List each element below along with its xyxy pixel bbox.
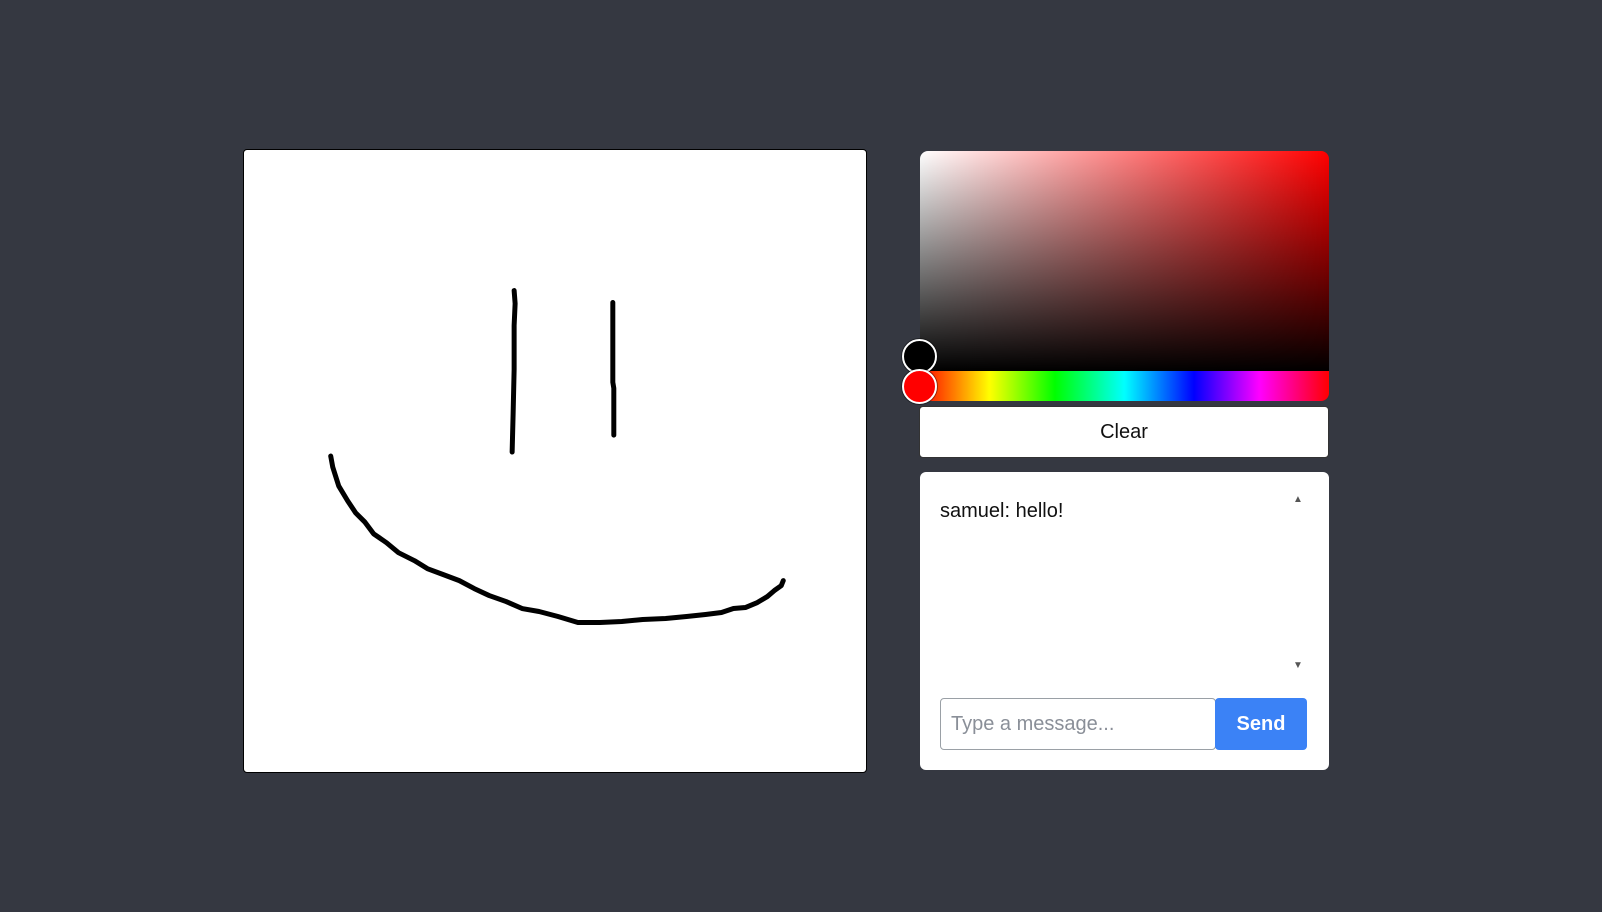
message-input[interactable]	[940, 698, 1216, 750]
drawn-stroke-smile	[328, 453, 786, 625]
scroll-up-arrow-icon[interactable]: ▲	[1293, 494, 1303, 505]
color-picker[interactable]	[902, 151, 1329, 404]
chat-message: samuel: hello!	[940, 500, 1064, 522]
drawing-canvas[interactable]	[243, 149, 867, 773]
drawn-stroke-right-eye	[610, 300, 617, 438]
chat-panel: samuel: hello! ▲ ▼ Send	[920, 472, 1329, 770]
scroll-down-arrow-icon[interactable]: ▼	[1293, 660, 1303, 671]
saturation-value-area[interactable]	[920, 151, 1329, 371]
clear-button[interactable]: Clear	[919, 406, 1329, 458]
drawing-surface[interactable]	[244, 150, 866, 772]
drawn-stroke-left-eye	[509, 288, 518, 455]
send-button[interactable]: Send	[1215, 698, 1307, 750]
hue-slider[interactable]	[920, 371, 1329, 401]
message-list[interactable]: samuel: hello!	[940, 492, 1310, 687]
hue-slider-handle[interactable]	[902, 369, 937, 404]
